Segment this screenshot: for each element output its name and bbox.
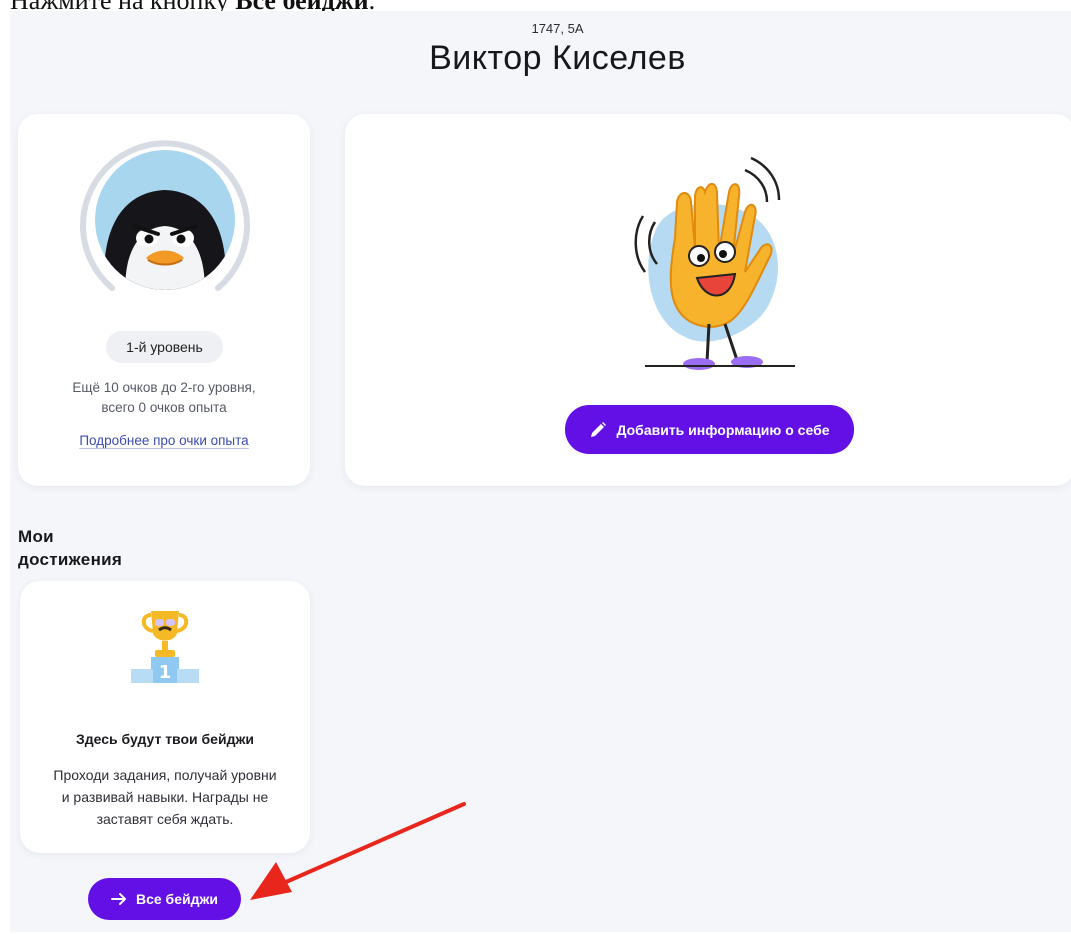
add-info-button[interactable]: Добавить информацию о себе <box>565 405 854 454</box>
badges-empty-description: Проходи задания, получай уровни и развив… <box>53 767 277 827</box>
arrow-right-icon <box>110 893 126 905</box>
achievements-title: Мои достижения <box>18 527 123 569</box>
level-card: 1-й уровень Ещё 10 очков до 2-го уровня,… <box>18 114 310 486</box>
all-badges-button[interactable]: Все бейджи <box>88 878 241 920</box>
profile-page: 1747, 5А Виктор Киселев 1-й уровень Ещё … <box>10 11 1071 932</box>
all-badges-label: Все бейджи <box>135 891 219 907</box>
about-card: Добавить информацию о себе <box>345 114 1071 486</box>
level-progress-text: Ещё 10 очков до 2-го уровня, всего 0 очк… <box>72 380 256 415</box>
experience-info-link[interactable]: Подробнее про очки опыта <box>18 433 310 448</box>
add-info-label: Добавить информацию о себе <box>616 421 830 438</box>
student-name: Виктор Киселев <box>429 39 686 77</box>
pencil-icon <box>591 421 607 437</box>
svg-text:1: 1 <box>159 662 172 683</box>
student-meta: 1747, 5А <box>531 21 584 36</box>
badges-empty-title: Здесь будут твои бейджи <box>76 731 254 747</box>
waving-hand-illustration-icon <box>595 152 825 382</box>
badges-empty-card: 1 Здесь будут твои бейджи Проходи задани… <box>20 581 310 853</box>
trophy-podium-icon: 1 <box>125 607 205 693</box>
penguin-avatar-icon[interactable] <box>76 140 254 300</box>
level-badge: 1-й уровень <box>106 331 223 363</box>
